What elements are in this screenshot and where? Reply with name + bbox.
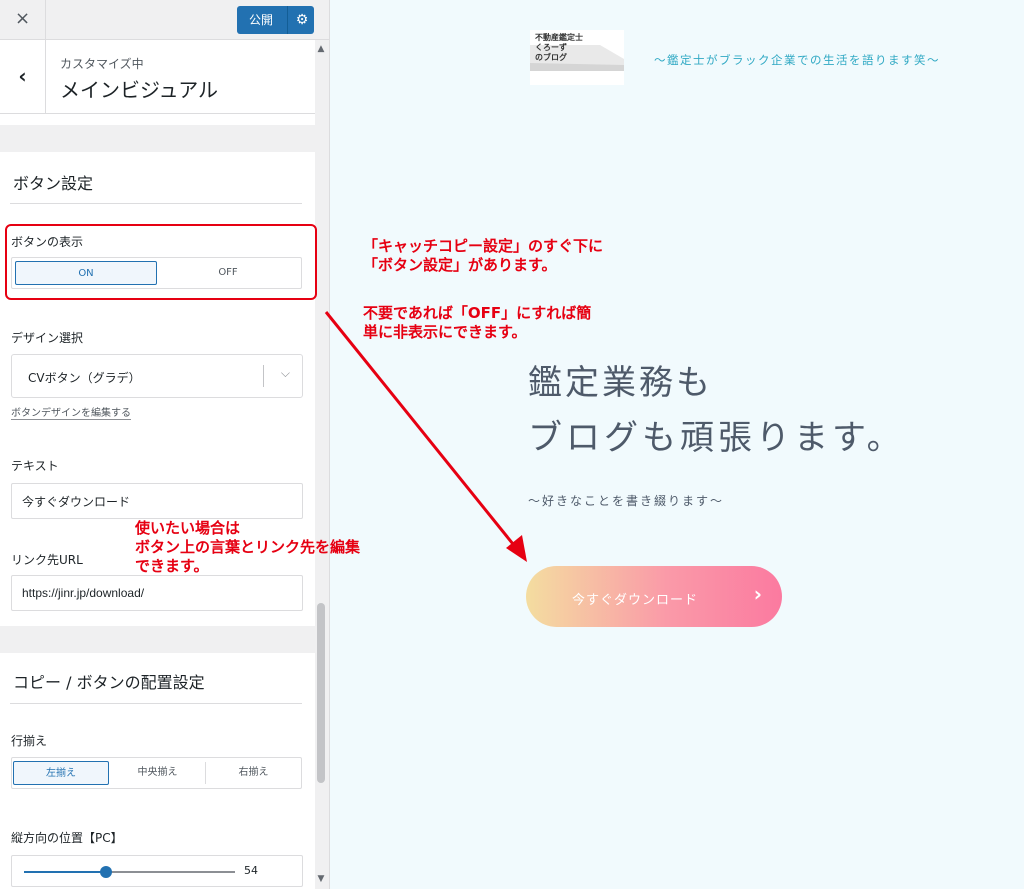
align-right-option[interactable]: 右揃え bbox=[206, 761, 301, 785]
annotation-note-1: 「キャッチコピー設定」のすぐ下に 「ボタン設定」があります。 bbox=[363, 237, 604, 274]
hero-catchcopy-line2: ブログも頑張ります。 bbox=[528, 418, 905, 458]
edit-button-design-link[interactable]: ボタンデザインを編集する bbox=[11, 404, 131, 420]
annotation-note-3: 使いたい場合は ボタン上の言葉とリンク先を編集 できます。 bbox=[135, 519, 361, 575]
scroll-up-icon[interactable]: ▲ bbox=[315, 44, 327, 54]
group-divider bbox=[10, 703, 302, 704]
align-left-option[interactable]: 左揃え bbox=[13, 761, 109, 785]
back-arrow-icon[interactable]: ‹ bbox=[0, 40, 46, 114]
link-url-input[interactable] bbox=[11, 575, 303, 611]
site-tagline: ～鑑定士がブラック企業での生活を語ります笑～ bbox=[654, 53, 940, 67]
chevron-right-icon: › bbox=[753, 582, 762, 606]
publish-separator bbox=[287, 6, 288, 34]
vertical-position-label: 縦方向の位置【PC】 bbox=[11, 831, 123, 845]
hero-subcopy: ～好きなことを書き綴ります～ bbox=[528, 494, 725, 508]
logo-text: 不動産鑑定士 くろーず のブログ bbox=[535, 33, 583, 62]
layout-settings-title: コピー / ボタンの配置設定 bbox=[13, 673, 205, 692]
scrollbar-thumb[interactable] bbox=[317, 603, 325, 783]
gear-icon[interactable]: ⚙ bbox=[290, 6, 314, 34]
align-label: 行揃え bbox=[11, 734, 48, 748]
button-text-input[interactable] bbox=[11, 483, 303, 519]
scroll-down-icon[interactable]: ▼ bbox=[315, 874, 327, 884]
section-header: ‹ カスタマイズ中 メインビジュアル bbox=[0, 40, 315, 114]
cta-label: 今すぐダウンロード bbox=[572, 593, 699, 608]
publish-button[interactable]: 公開 ⚙ bbox=[237, 6, 314, 34]
chevron-down-icon: ⌵ bbox=[280, 366, 290, 380]
design-select-label: デザイン選択 bbox=[11, 331, 84, 345]
group-divider bbox=[10, 203, 302, 204]
site-preview: 不動産鑑定士 くろーず のブログ ～鑑定士がブラック企業での生活を語ります笑～ 鑑定… bbox=[330, 0, 1024, 889]
annotation-note-2: 不要であれば「OFF」にすれば簡 単に非表示にできます。 bbox=[363, 304, 592, 341]
slider-thumb[interactable] bbox=[100, 866, 113, 878]
section-divider bbox=[0, 125, 315, 152]
vertical-position-slider[interactable]: 54 bbox=[11, 855, 303, 887]
highlight-frame bbox=[5, 224, 317, 300]
customizing-label: カスタマイズ中 bbox=[60, 57, 144, 71]
link-url-label: リンク先URL bbox=[11, 553, 83, 567]
section-divider bbox=[0, 626, 315, 653]
design-select[interactable]: CVボタン（グラデ） ⌵ bbox=[11, 354, 303, 398]
align-toggle: 左揃え 中央揃え 右揃え bbox=[11, 757, 302, 789]
site-logo[interactable]: 不動産鑑定士 くろーず のブログ bbox=[530, 30, 624, 85]
hero-catchcopy-line1: 鑑定業務も bbox=[528, 363, 713, 403]
publish-label: 公開 bbox=[249, 13, 274, 27]
section-title: メインビジュアル bbox=[60, 78, 218, 102]
customizer-sidebar: × 公開 ⚙ ‹ カスタマイズ中 メインビジュアル ボタン設定 ボタンの表示 O… bbox=[0, 0, 330, 889]
align-center-option[interactable]: 中央揃え bbox=[110, 761, 205, 785]
cta-download-button[interactable]: 今すぐダウンロード › bbox=[526, 566, 782, 627]
select-separator bbox=[263, 365, 264, 387]
text-label: テキスト bbox=[11, 459, 59, 473]
scrollbar[interactable]: ▲ ▼ bbox=[315, 40, 327, 889]
customizer-topbar: × 公開 ⚙ bbox=[0, 0, 329, 40]
button-settings-title: ボタン設定 bbox=[13, 174, 94, 193]
close-icon[interactable]: × bbox=[0, 0, 46, 40]
slider-fill bbox=[24, 871, 107, 873]
design-select-value: CVボタン（グラデ） bbox=[28, 371, 141, 385]
vertical-position-value: 54 bbox=[244, 864, 258, 877]
